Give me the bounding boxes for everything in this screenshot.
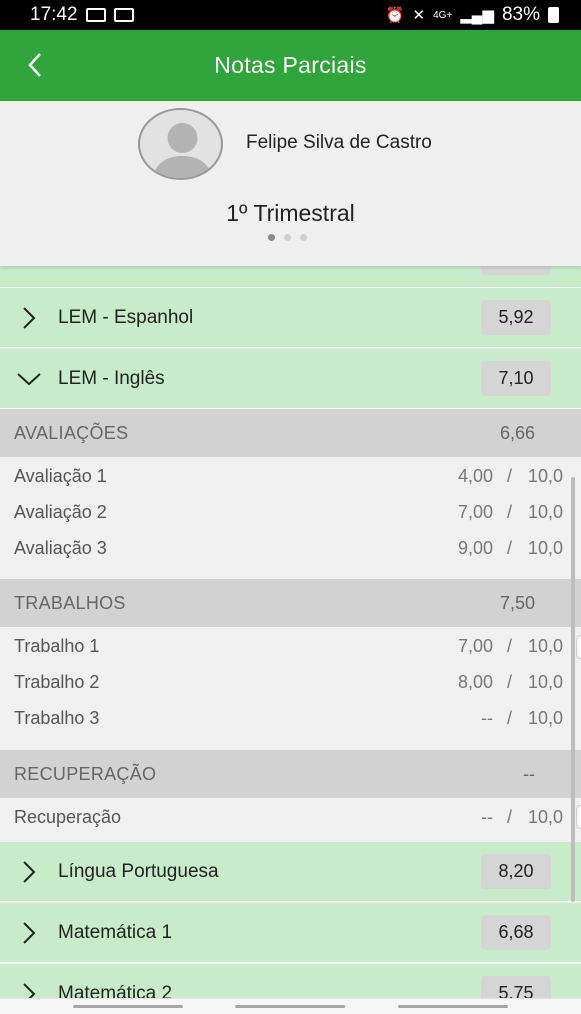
page-title: Notas Parciais [214,52,367,78]
grade-pill: 5,75 [481,976,551,998]
nav-home-button[interactable] [235,1005,345,1008]
item-label: Recuperação [14,807,122,827]
subject-row-lingua-portuguesa[interactable]: Língua Portuguesa 8,20 [0,842,581,902]
item-slash: / [507,708,513,728]
item-score: 4,00 [457,466,493,486]
subject-row-lem-espanhol[interactable]: LEM - Espanhol 5,92 [0,288,581,348]
page-dot-active [268,234,275,241]
system-nav-bar [0,998,581,1014]
section-header-trabalhos: TRABALHOS 7,50 [0,579,581,627]
avatar [138,108,223,180]
status-bar: 17:42 ⏰ ✕ 4G+ ▂▄▆ 83% [0,0,581,30]
item-label: Trabalho 2 [14,672,100,692]
subject-name: Matemática 2 [58,983,173,998]
page-indicator [268,234,307,241]
status-time: 17:42 [30,4,78,25]
subject-row-matematica-1[interactable]: Matemática 1 6,68 [0,903,581,963]
item-slash: / [507,538,513,558]
grade-pill [481,266,551,275]
section-title: AVALIAÇÕES [14,423,129,443]
subject-row-matematica-2[interactable]: Matemática 2 5,75 [0,964,581,998]
item-score: 8,00 [457,672,493,692]
back-arrow-icon [28,53,41,77]
battery-percent: 83% [501,4,540,25]
item-slash: / [507,672,513,692]
screenshot-icon [113,8,134,22]
subject-row-hidden[interactable] [0,266,581,288]
scrollbar[interactable] [571,477,575,902]
grade-pill: 6,68 [481,915,551,950]
item-score: 7,00 [457,502,493,522]
item-score: 7,00 [457,636,493,656]
chevron-right-icon [23,307,36,329]
edge-panel-handle[interactable] [576,635,581,659]
back-button[interactable] [22,50,52,80]
section-average: 6,66 [499,423,535,443]
subject-name: Matemática 1 [58,922,173,943]
section-average: 7,50 [499,593,535,613]
item-max: 10,0 [527,502,563,522]
item-label: Avaliação 2 [14,502,107,522]
nav-recents-button[interactable] [73,1005,183,1008]
item-label: Trabalho 3 [14,708,100,728]
grade-item: Trabalho 3 -- / 10,0 [0,700,581,736]
grade-item: Trabalho 2 8,00 / 10,0 [0,664,581,700]
network-type: 4G+ [433,9,453,21]
item-slash: / [507,636,513,656]
page-dot [284,234,291,241]
item-label: Avaliação 1 [14,466,107,486]
subject-name: Língua Portuguesa [58,861,219,882]
item-score: 9,00 [457,538,493,558]
item-max: 10,0 [527,672,563,692]
period-title: 1º Trimestral [226,200,355,226]
item-max: 10,0 [527,708,563,728]
item-label: Trabalho 1 [14,636,100,656]
grade-pill: 7,10 [481,361,551,396]
chevron-right-icon [23,922,36,944]
edge-panel-handle[interactable] [576,805,581,829]
grade-item: Trabalho 1 7,00 / 10,0 [0,628,581,664]
item-score: -- [481,708,493,728]
section-header-recuperacao: RECUPERAÇÃO -- [0,750,581,798]
chevron-right-icon [23,861,36,883]
battery-icon [548,7,559,23]
grade-item: Avaliação 1 4,00 / 10,0 [0,458,581,494]
signal-icon: ▂▄▆ [460,7,494,24]
gallery-icon [85,8,106,22]
user-avatar-icon [152,123,213,178]
subject-name: LEM - Inglês [58,368,165,389]
student-header[interactable]: Felipe Silva de Castro 1º Trimestral [0,101,581,266]
section-header-avaliacoes: AVALIAÇÕES 6,66 [0,409,581,457]
chevron-right-icon [23,983,36,998]
item-slash: / [507,807,513,827]
subject-name: LEM - Espanhol [58,307,194,328]
item-max: 10,0 [527,807,563,827]
grade-item: Avaliação 3 9,00 / 10,0 [0,530,581,566]
item-max: 10,0 [527,538,563,558]
grade-pill: 5,92 [481,300,551,335]
item-score: -- [481,807,493,827]
alarm-icon: ⏰ [385,7,405,24]
section-title: RECUPERAÇÃO [14,764,157,784]
item-max: 10,0 [527,636,563,656]
section-average: -- [523,764,535,784]
mute-icon: ✕ [412,7,426,24]
grade-item: Recuperação -- / 10,0 [0,799,581,835]
grades-list[interactable]: LEM - Espanhol 5,92 LEM - Inglês 7,10 AV… [0,266,581,998]
section-title: TRABALHOS [14,593,126,613]
app-bar: Notas Parciais [0,30,581,101]
subject-row-lem-ingles[interactable]: LEM - Inglês 7,10 [0,349,581,409]
grade-pill: 8,20 [481,854,551,889]
chevron-down-icon [17,373,41,386]
item-slash: / [507,466,513,486]
student-name: Felipe Silva de Castro [246,132,432,153]
item-label: Avaliação 3 [14,538,107,558]
nav-back-button[interactable] [398,1005,508,1008]
item-max: 10,0 [527,466,563,486]
item-slash: / [507,502,513,522]
grade-item: Avaliação 2 7,00 / 10,0 [0,494,581,530]
page-dot [300,234,307,241]
